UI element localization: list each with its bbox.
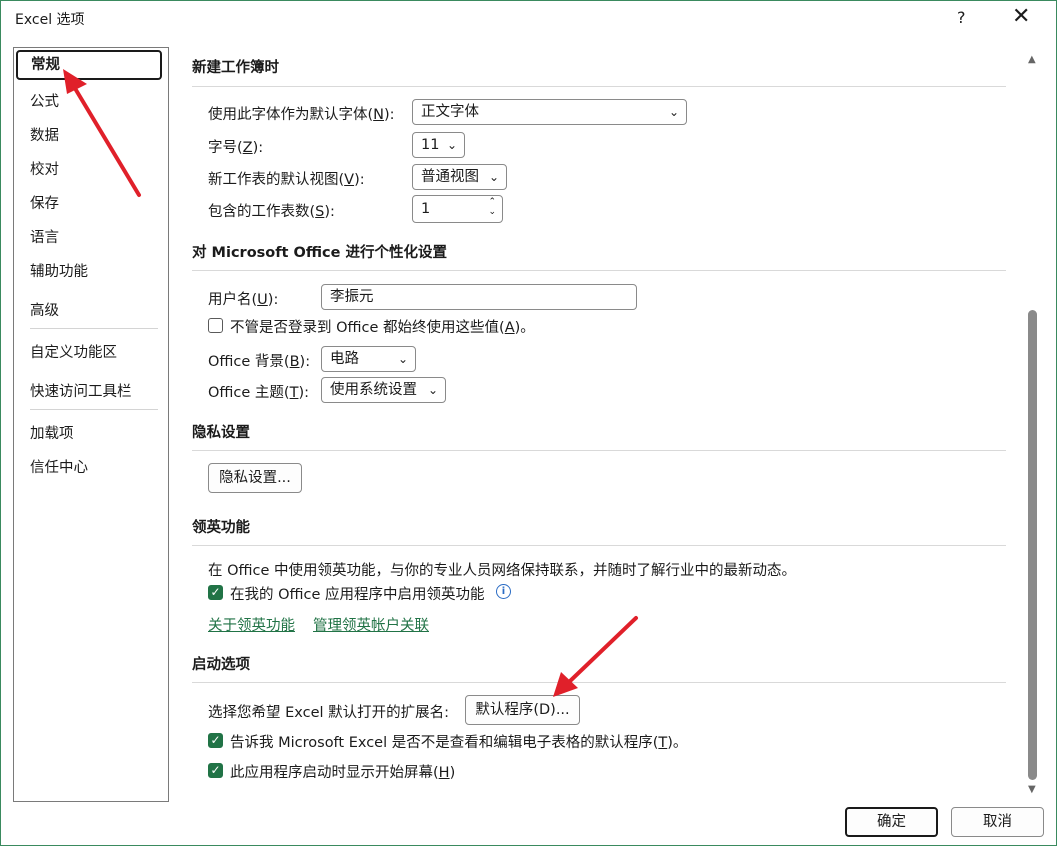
nav-divider: [30, 409, 158, 410]
nav-item-data[interactable]: 数据: [30, 124, 59, 145]
linkedin-description: 在 Office 中使用领英功能，与你的专业人员网络保持联系，并随时了解行业中的…: [208, 563, 797, 579]
nav-item-addins[interactable]: 加载项: [30, 422, 74, 443]
office-background-select[interactable]: 电路 ⌄: [321, 346, 416, 372]
nav-item-customize-ribbon[interactable]: 自定义功能区: [30, 341, 117, 362]
ok-button[interactable]: 确定: [845, 807, 938, 837]
spin-up-icon[interactable]: ⌃: [488, 197, 496, 207]
default-extension-label: 选择您希望 Excel 默认打开的扩展名:: [208, 705, 450, 721]
chevron-down-icon: ⌄: [427, 383, 438, 397]
nav-item-quick-access-toolbar[interactable]: 快速访问工具栏: [30, 380, 132, 401]
sheet-count-label: 包含的工作表数(S):: [208, 204, 335, 220]
default-font-select[interactable]: 正文字体 ⌄: [412, 99, 687, 125]
help-button[interactable]: ?: [957, 8, 966, 27]
section-title-personalize: 对 Microsoft Office 进行个性化设置: [192, 245, 448, 261]
default-view-select[interactable]: 普通视图 ⌄: [412, 164, 507, 190]
office-theme-select[interactable]: 使用系统设置 ⌄: [321, 377, 446, 403]
show-start-screen-label: 此应用程序启动时显示开始屏幕(H): [230, 765, 456, 781]
always-use-values-label: 不管是否登录到 Office 都始终使用这些值(A)。: [230, 320, 535, 336]
section-title-new-workbook: 新建工作簿时: [192, 60, 279, 76]
office-background-label: Office 背景(B):: [208, 354, 311, 370]
tell-me-default-checkbox[interactable]: ✓: [208, 733, 223, 748]
dialog-title: Excel 选项: [15, 12, 85, 28]
always-use-values-checkbox[interactable]: [208, 318, 223, 333]
nav-item-general[interactable]: 常规: [16, 50, 162, 80]
nav-item-formulas[interactable]: 公式: [30, 90, 59, 111]
section-divider: [192, 86, 1006, 87]
username-input[interactable]: 李振元: [321, 284, 637, 310]
username-label: 用户名(U):: [208, 292, 279, 308]
cancel-button[interactable]: 取消: [951, 807, 1044, 837]
chevron-down-icon: ⌄: [488, 170, 499, 184]
manage-linkedin-link[interactable]: 管理领英帐户关联: [313, 614, 429, 635]
office-theme-label: Office 主题(T):: [208, 385, 309, 401]
enable-linkedin-checkbox[interactable]: ✓: [208, 585, 223, 600]
section-divider: [192, 682, 1006, 683]
close-button[interactable]: ✕: [1012, 4, 1030, 29]
nav-divider: [30, 328, 158, 329]
scroll-down-icon[interactable]: ▼: [1028, 784, 1036, 795]
section-divider: [192, 450, 1006, 451]
info-icon[interactable]: i: [496, 584, 511, 599]
default-view-label: 新工作表的默认视图(V):: [208, 172, 365, 188]
category-nav: 常规 公式 数据 校对 保存 语言 辅助功能 高级 自定义功能区 快速访问工具栏…: [13, 47, 169, 802]
show-start-screen-checkbox[interactable]: ✓: [208, 763, 223, 778]
chevron-down-icon: ⌄: [668, 105, 679, 119]
nav-item-language[interactable]: 语言: [30, 226, 59, 247]
scroll-up-icon[interactable]: ▲: [1028, 54, 1036, 65]
nav-item-save[interactable]: 保存: [30, 192, 59, 213]
section-title-startup: 启动选项: [192, 657, 250, 673]
nav-item-proofing[interactable]: 校对: [30, 158, 59, 179]
section-divider: [192, 270, 1006, 271]
chevron-down-icon: ⌄: [397, 352, 408, 366]
default-font-label: 使用此字体作为默认字体(N):: [208, 107, 395, 123]
section-title-privacy: 隐私设置: [192, 425, 250, 441]
nav-item-accessibility[interactable]: 辅助功能: [30, 260, 88, 281]
sheet-count-spinner[interactable]: 1 ⌃ ⌄: [412, 195, 503, 223]
section-title-linkedin: 领英功能: [192, 520, 250, 536]
default-programs-button[interactable]: 默认程序(D)...: [465, 695, 580, 725]
scrollbar-thumb[interactable]: [1028, 310, 1037, 780]
spin-down-icon[interactable]: ⌄: [488, 207, 496, 217]
nav-item-advanced[interactable]: 高级: [30, 299, 59, 320]
font-size-select[interactable]: 11 ⌄: [412, 132, 465, 158]
font-size-label: 字号(Z):: [208, 140, 264, 156]
checkmark-icon: ✓: [210, 763, 221, 777]
chevron-down-icon: ⌄: [446, 138, 457, 152]
checkmark-icon: ✓: [210, 585, 221, 599]
tell-me-default-label: 告诉我 Microsoft Excel 是否不是查看和编辑电子表格的默认程序(T…: [230, 735, 688, 751]
section-divider: [192, 545, 1006, 546]
checkmark-icon: ✓: [210, 733, 221, 747]
privacy-settings-button[interactable]: 隐私设置...: [208, 463, 302, 493]
enable-linkedin-label: 在我的 Office 应用程序中启用领英功能: [230, 587, 485, 603]
about-linkedin-link[interactable]: 关于领英功能: [208, 614, 295, 635]
nav-item-trust-center[interactable]: 信任中心: [30, 456, 88, 477]
